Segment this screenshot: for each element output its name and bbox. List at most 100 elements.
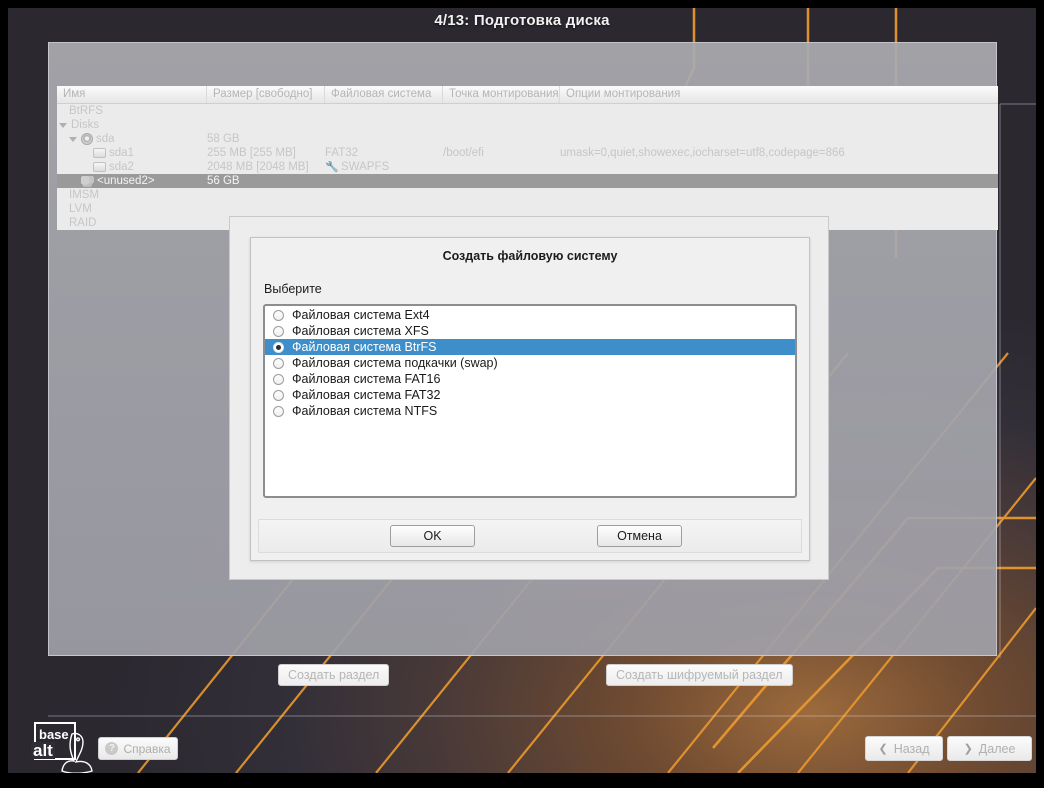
basealt-logo: base alt [28,720,98,773]
create-partition-button[interactable]: Создать раздел [278,664,389,686]
tree-row-size: 58 GB [207,133,325,145]
filesystem-option-3[interactable]: Файловая система подкачки (swap) [265,355,795,371]
dialog-outer-frame: Создать файловую систему Выберите Файлов… [229,216,829,580]
tree-row-name: Disks [57,119,207,131]
page-title: 4/13: Подготовка диска [8,12,1036,29]
tree-row-size-text: 255 MB [255 MB] [207,147,296,159]
tree-header-row: Имя Размер [свободно] Файловая система Т… [57,86,998,104]
filesystem-option-2[interactable]: Файловая система BtrFS [265,339,795,355]
tree-row-filesystem-text: FAT32 [325,147,358,159]
next-button-label: Далее [979,742,1016,756]
table-row[interactable]: BtRFS [57,104,998,118]
filesystem-option-4[interactable]: Файловая система FAT16 [265,371,795,387]
tree-row-name: BtRFS [57,105,207,117]
choose-label: Выберите [264,282,797,296]
help-button[interactable]: ? Справка [98,737,178,760]
ok-button[interactable]: OK [390,525,475,547]
filesystem-option-label: Файловая система подкачки (swap) [292,356,498,370]
logo-text-alt: alt [31,742,55,759]
filesystem-option-label: Файловая система NTFS [292,404,437,418]
column-header-mountoptions[interactable]: Опции монтирования [560,86,998,103]
tree-row-name: sda1 [57,147,207,159]
tree-row-label: BtRFS [69,105,103,117]
filesystem-option-label: Файловая система BtrFS [292,340,437,354]
table-row[interactable]: Disks [57,118,998,132]
tree-row-mountpoint: /boot/efi [443,147,560,159]
tree-row-label: sda2 [109,161,134,173]
part-icon [93,162,106,172]
dialog-title: Создать файловую систему [251,238,809,263]
back-button-label: Назад [894,742,930,756]
tree-row-name: IMSM [57,189,207,201]
partition-tree[interactable]: Имя Размер [свободно] Файловая система Т… [57,86,998,230]
radio-button-icon[interactable] [273,326,284,337]
radio-button-icon[interactable] [273,358,284,369]
create-filesystem-dialog: Создать файловую систему Выберите Файлов… [250,237,810,561]
filesystem-option-6[interactable]: Файловая система NTFS [265,403,795,419]
tree-row-size-text: 58 GB [207,133,240,145]
radio-button-icon[interactable] [273,390,284,401]
tree-row-label: IMSM [69,189,99,201]
filesystem-option-label: Файловая система FAT32 [292,388,440,402]
dialog-button-bar: OK Отмена [258,519,802,553]
tree-row-name: LVM [57,203,207,215]
unused-icon [81,176,94,187]
column-header-filesystem[interactable]: Файловая система [325,86,443,103]
filesystem-option-1[interactable]: Файловая система XFS [265,323,795,339]
chevron-left-icon: ❮ [878,742,887,755]
chevron-down-icon[interactable] [69,137,77,142]
tree-row-name: <unused2> [57,175,207,187]
tree-row-label: LVM [69,203,92,215]
tree-row-size: 56 GB [207,175,325,187]
column-header-name[interactable]: Имя [57,86,207,103]
radio-button-icon[interactable] [273,406,284,417]
chevron-right-icon: ❯ [964,742,973,755]
tree-row-name: RAID [57,217,207,229]
table-row[interactable]: <unused2> 56 GB [57,174,998,188]
tree-body: BtRFSDiskssda58 GBsda1255 MB [255 MB]FAT… [57,104,998,230]
tree-row-size-text: 2048 MB [2048 MB] [207,161,309,173]
part-icon [93,148,106,158]
wrench-icon: 🔧 [325,162,338,173]
tree-row-mountoptions: umask=0,quiet,showexec,iocharset=utf8,co… [560,147,998,159]
next-button[interactable]: ❯ Далее [947,736,1032,761]
disk-icon [81,133,93,145]
tree-row-filesystem: FAT32 [325,147,443,159]
radio-button-icon[interactable] [273,374,284,385]
table-row[interactable]: sda2 2048 MB [2048 MB] 🔧SWAPFS [57,160,998,174]
question-mark-icon: ? [105,742,118,755]
create-encrypted-partition-button[interactable]: Создать шифруемый раздел [606,664,793,686]
table-row[interactable]: IMSM [57,188,998,202]
filesystem-option-5[interactable]: Файловая система FAT32 [265,387,795,403]
tree-row-filesystem-text: SWAPFS [341,161,389,173]
cancel-button[interactable]: Отмена [597,525,682,547]
back-button[interactable]: ❮ Назад [865,736,943,761]
radio-button-icon[interactable] [273,310,284,321]
tree-row-size: 2048 MB [2048 MB] [207,161,325,173]
filesystem-option-label: Файловая система XFS [292,324,429,338]
column-header-size[interactable]: Размер [свободно] [207,86,325,103]
tree-row-name: sda [57,133,207,145]
tree-row-size: 255 MB [255 MB] [207,147,325,159]
table-row[interactable]: sda1255 MB [255 MB] FAT32/boot/efi umask=0… [57,146,998,160]
table-row[interactable]: sda58 GB [57,132,998,146]
dialog-body: Выберите Файловая система Ext4Файловая с… [251,269,809,516]
main-panel: Имя Размер [свободно] Файловая система Т… [48,42,997,656]
filesystem-option-label: Файловая система FAT16 [292,372,440,386]
table-row[interactable]: LVM [57,202,998,216]
tree-row-label: RAID [69,217,96,229]
filesystem-option-label: Файловая система Ext4 [292,308,430,322]
tree-row-label: <unused2> [97,175,155,187]
filesystem-option-list[interactable]: Файловая система Ext4 Файловая система XF… [263,304,797,498]
chevron-down-icon[interactable] [59,123,67,128]
installer-desktop: 4/13: Подготовка диска Имя Размер [свобо… [8,8,1036,773]
tree-row-mountpoint-text: /boot/efi [443,147,484,159]
tree-row-mountoptions-text: umask=0,quiet,showexec,iocharset=utf8,co… [560,147,845,159]
tree-row-filesystem: 🔧SWAPFS [325,161,443,173]
filesystem-option-0[interactable]: Файловая система Ext4 [265,307,795,323]
screen: 4/13: Подготовка диска Имя Размер [свобо… [0,0,1044,788]
help-button-label: Справка [123,742,170,756]
radio-button-icon[interactable] [273,342,284,353]
column-header-mountpoint[interactable]: Точка монтирования [443,86,560,103]
tree-row-name: sda2 [57,161,207,173]
